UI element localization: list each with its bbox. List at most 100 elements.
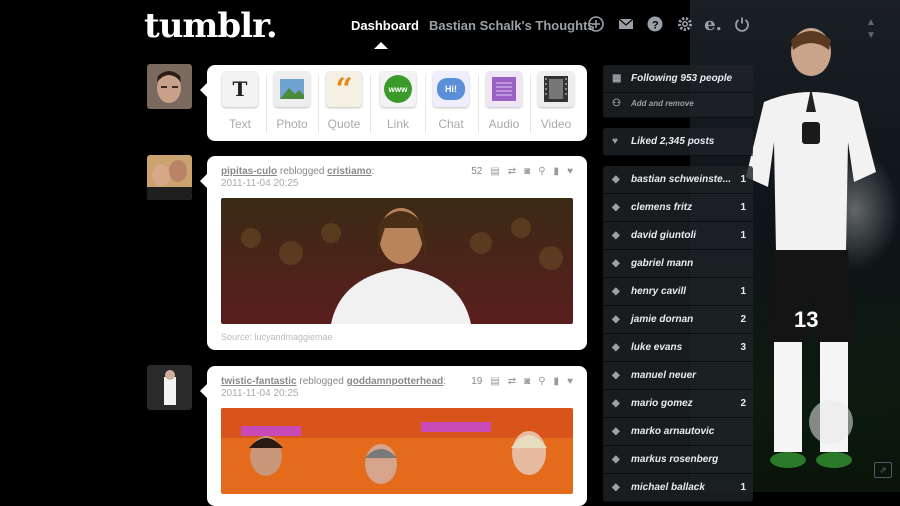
post-photo[interactable] — [221, 198, 573, 324]
tag-name: clemens fritz — [631, 202, 693, 213]
tracked-tag-item[interactable]: ◆ henry cavill 1 — [603, 278, 753, 306]
reblog-icon[interactable]: ⇄ — [508, 166, 516, 177]
reblog-source-link[interactable]: goddamnpotterhead — [347, 376, 444, 387]
post-type-label: Chat — [438, 117, 464, 131]
post-type-chat[interactable]: Hi! Chat — [426, 71, 476, 131]
post-attribution: twistic-fantastic reblogged goddamnpotte… — [221, 376, 447, 387]
tracked-tag-item[interactable]: ◆ jamie dornan 2 — [603, 306, 753, 334]
footballer-image: 13 — [746, 28, 876, 468]
notes-count[interactable]: 52 — [471, 166, 482, 177]
photo-post-icon — [274, 71, 310, 107]
e-icon[interactable]: e. — [704, 16, 722, 34]
tag-name: markus rosenberg — [631, 454, 719, 465]
camera-icon[interactable]: ◙ — [524, 166, 530, 177]
post-type-label: Photo — [276, 117, 308, 131]
tag-name: gabriel mann — [631, 258, 694, 269]
following-link[interactable]: ▦ Following 953 people — [603, 65, 753, 93]
tag-count: 1 — [740, 482, 746, 493]
tag-name: david giuntoli — [631, 230, 696, 241]
post-type-quote[interactable]: “ Quote — [319, 71, 369, 131]
add-remove-link[interactable]: ⚇ Add and remove — [603, 93, 753, 118]
post-author-link[interactable]: twistic-fantastic — [221, 376, 297, 387]
tag-icon: ◆ — [612, 342, 620, 353]
tracked-tag-item[interactable]: ◆ michael ballack 1 — [603, 474, 753, 502]
tag-icon: ◆ — [612, 454, 620, 465]
post-controls: 52 ▤ ⇄ ◙ ⚲ ▮ ♥ — [471, 166, 573, 177]
tag-name: luke evans — [631, 342, 683, 353]
bookmark-icon[interactable]: ▮ — [554, 166, 560, 177]
tracked-tag-item[interactable]: ◆ marko arnautovic — [603, 418, 753, 446]
tracked-tag-item[interactable]: ◆ gabriel mann — [603, 250, 753, 278]
power-icon[interactable] — [733, 16, 751, 34]
notes-count[interactable]: 19 — [471, 376, 482, 387]
reblog-text: reblogged — [299, 376, 344, 387]
post-type-text[interactable]: T Text — [215, 71, 265, 131]
tag-icon: ◆ — [612, 482, 620, 493]
reblog-text: reblogged — [279, 166, 325, 177]
tag-count: 3 — [740, 342, 746, 353]
svg-text:?: ? — [652, 20, 659, 32]
post-type-link[interactable]: www Link — [373, 71, 423, 131]
tag-name: marko arnautovic — [631, 426, 715, 437]
post-author-link[interactable]: pipitas-culo — [221, 166, 277, 177]
camera-icon[interactable]: ◙ — [524, 376, 530, 387]
tag-icon: ◆ — [612, 398, 620, 409]
tag-icon: ◆ — [612, 174, 620, 185]
nav-blog-link[interactable]: Bastian Schalk's Thoughts — [429, 18, 595, 33]
search-icon[interactable]: ⚲ — [538, 166, 545, 177]
bookmark-icon[interactable]: ▮ — [554, 376, 560, 387]
post-source[interactable]: Source: lucyandmaggiemae — [221, 332, 333, 342]
video-post-icon — [538, 71, 574, 107]
tag-name: mario gomez — [631, 398, 693, 409]
mail-icon[interactable] — [617, 16, 635, 34]
heart-icon[interactable]: ♥ — [567, 376, 573, 387]
tag-icon: ◆ — [612, 370, 620, 381]
help-icon[interactable]: ? — [646, 16, 664, 34]
tracked-tag-item[interactable]: ◆ markus rosenberg — [603, 446, 753, 474]
add-user-icon: ⚇ — [612, 98, 621, 109]
nav-dashboard[interactable]: Dashboard — [351, 18, 419, 33]
post-attribution: pipitas-culo reblogged cristiamo: — [221, 166, 375, 177]
tag-icon: ◆ — [612, 314, 620, 325]
chat-post-icon: Hi! — [433, 71, 469, 107]
tag-name: henry cavill — [631, 286, 687, 297]
share-icon[interactable]: ⇗ — [874, 462, 892, 478]
post-photo[interactable] — [221, 408, 573, 494]
heart-icon[interactable]: ♥ — [567, 166, 573, 177]
post-type-photo[interactable]: Photo — [267, 71, 317, 131]
tag-name: michael ballack — [631, 482, 705, 493]
tracked-tag-item[interactable]: ◆ clemens fritz 1 — [603, 194, 753, 222]
post-avatar[interactable] — [147, 155, 192, 200]
liked-posts-link[interactable]: ♥ Liked 2,345 posts — [603, 128, 753, 156]
tag-icon: ◆ — [612, 202, 620, 213]
tracked-tag-item[interactable]: ◆ luke evans 3 — [603, 334, 753, 362]
tag-name: bastian schweinste... — [631, 174, 732, 185]
reblog-source-link[interactable]: cristiamo — [327, 166, 371, 177]
post-type-label: Link — [386, 117, 409, 131]
tumblr-logo[interactable]: tumblr. — [144, 6, 278, 46]
dashboard-post: twistic-fantastic reblogged goddamnpotte… — [200, 366, 587, 506]
reblog-icon[interactable]: ⇄ — [508, 376, 516, 387]
post-date: 2011-11-04 20:25 — [221, 388, 299, 399]
gear-icon[interactable] — [676, 16, 694, 34]
link-post-icon: www — [380, 71, 416, 107]
tag-count: 1 — [740, 202, 746, 213]
tracked-tag-item[interactable]: ◆ david giuntoli 1 — [603, 222, 753, 250]
post-type-video[interactable]: Video — [531, 71, 581, 131]
plus-circle-icon[interactable] — [587, 16, 605, 34]
post-type-audio[interactable]: Audio — [479, 71, 529, 131]
tracked-tag-item[interactable]: ◆ bastian schweinste... 1 — [603, 166, 753, 194]
notes-icon[interactable]: ▤ — [490, 376, 499, 387]
scroll-arrows-icon[interactable]: ▲ ▼ — [866, 16, 876, 42]
tag-count: 1 — [740, 174, 746, 185]
tag-count: 1 — [740, 230, 746, 241]
tracked-tag-item[interactable]: ◆ manuel neuer — [603, 362, 753, 390]
notes-icon[interactable]: ▤ — [490, 166, 499, 177]
tag-icon: ◆ — [612, 230, 620, 241]
audio-post-icon — [486, 71, 522, 107]
tracked-tag-item[interactable]: ◆ mario gomez 2 — [603, 390, 753, 418]
post-avatar[interactable] — [147, 365, 192, 410]
search-icon[interactable]: ⚲ — [538, 376, 545, 387]
post-type-label: Audio — [488, 117, 520, 131]
user-avatar[interactable] — [147, 64, 192, 109]
